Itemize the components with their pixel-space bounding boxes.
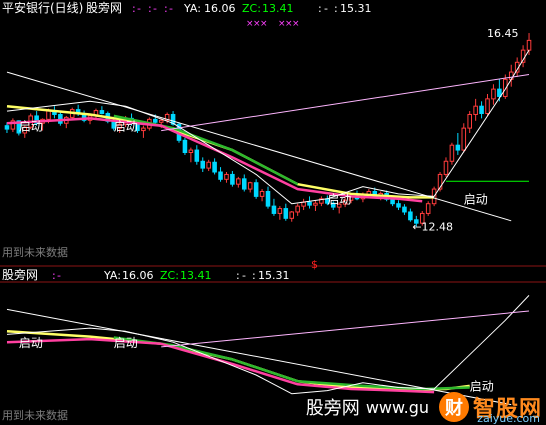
header-field-value: - xyxy=(169,2,173,15)
indicator-name: 股旁网 xyxy=(86,0,122,15)
sub-ya-label: YA: xyxy=(103,269,121,282)
sub-field-label: : xyxy=(52,269,56,282)
sub-field-label: : xyxy=(236,269,240,282)
watermark-badge-icon: 财 xyxy=(438,392,469,422)
watermark-brand-url: zaiyue.com xyxy=(477,412,540,425)
candle-down xyxy=(230,173,235,185)
candle-down xyxy=(307,201,312,206)
ya-label: YA: xyxy=(183,2,201,15)
candle-up xyxy=(46,110,51,120)
watermark-url: www.gu xyxy=(365,397,429,417)
candle-up xyxy=(289,211,295,219)
indicator-chart: 平安银行(日线) 股旁网 : - : - : - YA: 16.06 ZC: 1… xyxy=(0,0,546,425)
candle-up xyxy=(236,178,241,185)
candle-up xyxy=(526,39,532,51)
candle-down xyxy=(200,160,206,169)
candle-down xyxy=(402,206,407,213)
candle-down xyxy=(390,198,395,205)
header-field-value: - xyxy=(137,2,141,15)
candle-down xyxy=(271,205,277,214)
main-footer-note: 用到未来数据 xyxy=(2,245,68,259)
candle-down xyxy=(194,149,200,162)
start-signal-label: 启动 xyxy=(19,336,43,350)
candle-up xyxy=(259,191,265,197)
header-field-value: 15.31 xyxy=(340,2,372,15)
header-field-value: - xyxy=(153,2,157,15)
start-signal-label: 启动 xyxy=(19,120,43,134)
zc-value: 13.41 xyxy=(262,2,294,15)
candle-up xyxy=(158,119,164,123)
candle-down xyxy=(408,211,413,221)
candle-up xyxy=(141,127,146,132)
candle-up xyxy=(277,208,283,214)
low-price-label: ←12.48 xyxy=(412,221,453,234)
candle-up xyxy=(491,88,496,100)
start-signal-label: 启动 xyxy=(114,336,138,350)
candle-down xyxy=(455,144,461,151)
stock-title: 平安银行(日线) xyxy=(2,0,83,15)
signal-mark: $ xyxy=(311,258,318,271)
header-field-label: : xyxy=(132,2,136,15)
sub-footer-note: 用到未来数据 xyxy=(2,408,68,422)
candle-down xyxy=(241,178,247,190)
start-signal-label: 启动 xyxy=(327,193,351,207)
candle-down xyxy=(182,139,188,153)
candle-down xyxy=(99,110,105,114)
candle-down xyxy=(265,191,271,207)
high-price-label: 16.45 xyxy=(487,27,518,40)
candle-up xyxy=(188,149,194,153)
start-signal-label: 启动 xyxy=(464,193,488,207)
candle-up xyxy=(425,203,431,214)
header-field-label: : xyxy=(334,2,338,15)
candle-down xyxy=(153,118,158,123)
candle-down xyxy=(396,203,401,208)
candle-up xyxy=(461,127,467,151)
sub-indicator-name: 股旁网 xyxy=(2,267,38,282)
candle-down xyxy=(253,182,259,197)
candle-down xyxy=(283,208,289,219)
candle-down xyxy=(4,125,10,130)
candle-up xyxy=(295,205,300,213)
candle-up xyxy=(313,202,318,206)
zc-label: ZC: xyxy=(242,2,261,15)
candle-up xyxy=(301,201,306,207)
candle-up xyxy=(247,182,253,190)
header-field-label: : xyxy=(164,2,168,15)
candle-down xyxy=(479,105,484,114)
candle-up xyxy=(224,173,229,180)
header-field-value: - xyxy=(324,2,328,15)
candle-down xyxy=(212,161,217,173)
header-cross-mark: × xyxy=(260,19,268,29)
ya-value: 16.06 xyxy=(204,2,236,15)
sub-field-label: : xyxy=(252,269,256,282)
sub-ya-value: 16.06 xyxy=(122,269,154,282)
candle-up xyxy=(467,113,472,129)
candle-up xyxy=(449,144,455,162)
candle-up xyxy=(508,71,514,80)
header-field-label: : xyxy=(318,2,322,15)
watermark-site: 股旁网 xyxy=(305,398,360,419)
sub-field-value: 15.31 xyxy=(258,269,290,282)
candle-up xyxy=(485,98,490,114)
candle-down xyxy=(218,171,223,180)
sub-field-value: - xyxy=(242,269,246,282)
header-cross-mark: × xyxy=(292,19,300,29)
sub-zc-value: 13.41 xyxy=(180,269,212,282)
candle-up xyxy=(443,160,449,175)
sub-zc-label: ZC: xyxy=(160,269,179,282)
header-field-label: : xyxy=(148,2,152,15)
start-signal-label: 启动 xyxy=(114,120,138,134)
sub-field-value: - xyxy=(57,269,61,282)
candle-up xyxy=(206,161,211,169)
candle-up xyxy=(473,105,478,115)
